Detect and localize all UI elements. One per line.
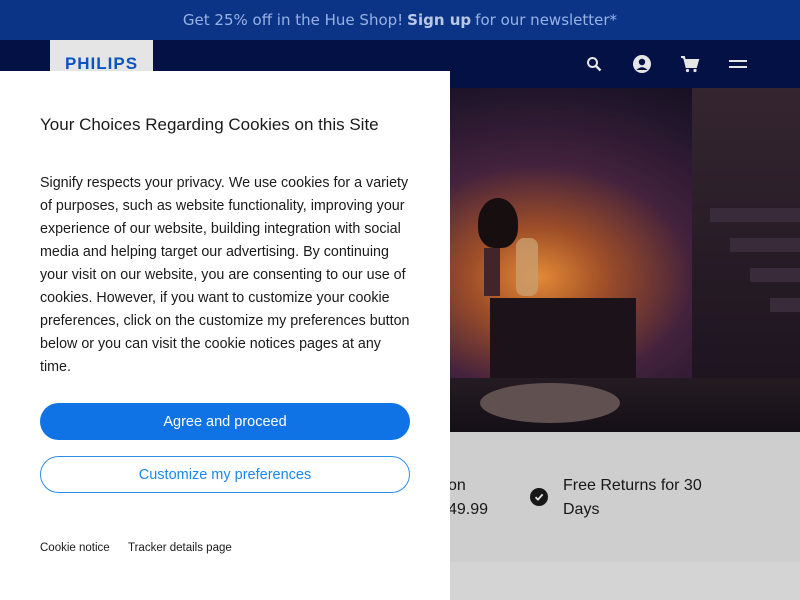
customize-preferences-button[interactable]: Customize my preferences: [40, 456, 410, 493]
cookie-dialog-body: Signify respects your privacy. We use co…: [40, 175, 410, 375]
cookie-consent-dialog: Your Choices Regarding Cookies on this S…: [0, 71, 450, 600]
cookie-dialog-title: Your Choices Regarding Cookies on this S…: [40, 115, 379, 134]
agree-and-proceed-button[interactable]: Agree and proceed: [40, 403, 410, 440]
tracker-details-link[interactable]: Tracker details page: [128, 542, 232, 554]
cookie-notice-link[interactable]: Cookie notice: [40, 542, 110, 554]
